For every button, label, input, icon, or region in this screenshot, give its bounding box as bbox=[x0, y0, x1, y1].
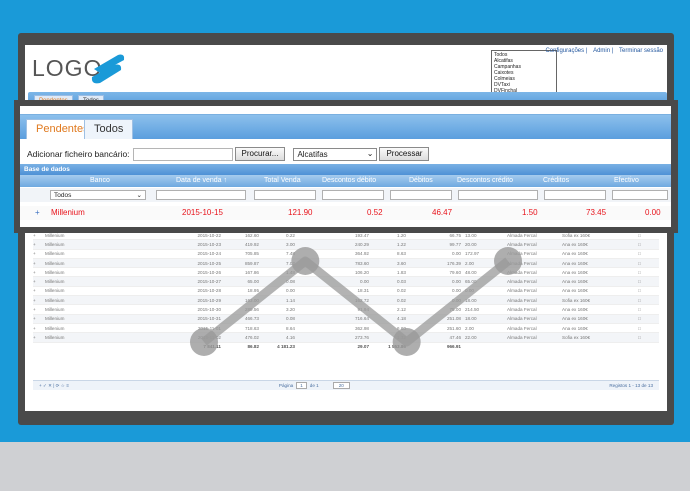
trend-series-line bbox=[201, 256, 511, 347]
trend-line-chart bbox=[190, 247, 522, 356]
trend-point bbox=[190, 328, 218, 356]
trend-point bbox=[291, 247, 320, 275]
trend-point bbox=[494, 247, 522, 275]
trend-point bbox=[392, 328, 421, 356]
